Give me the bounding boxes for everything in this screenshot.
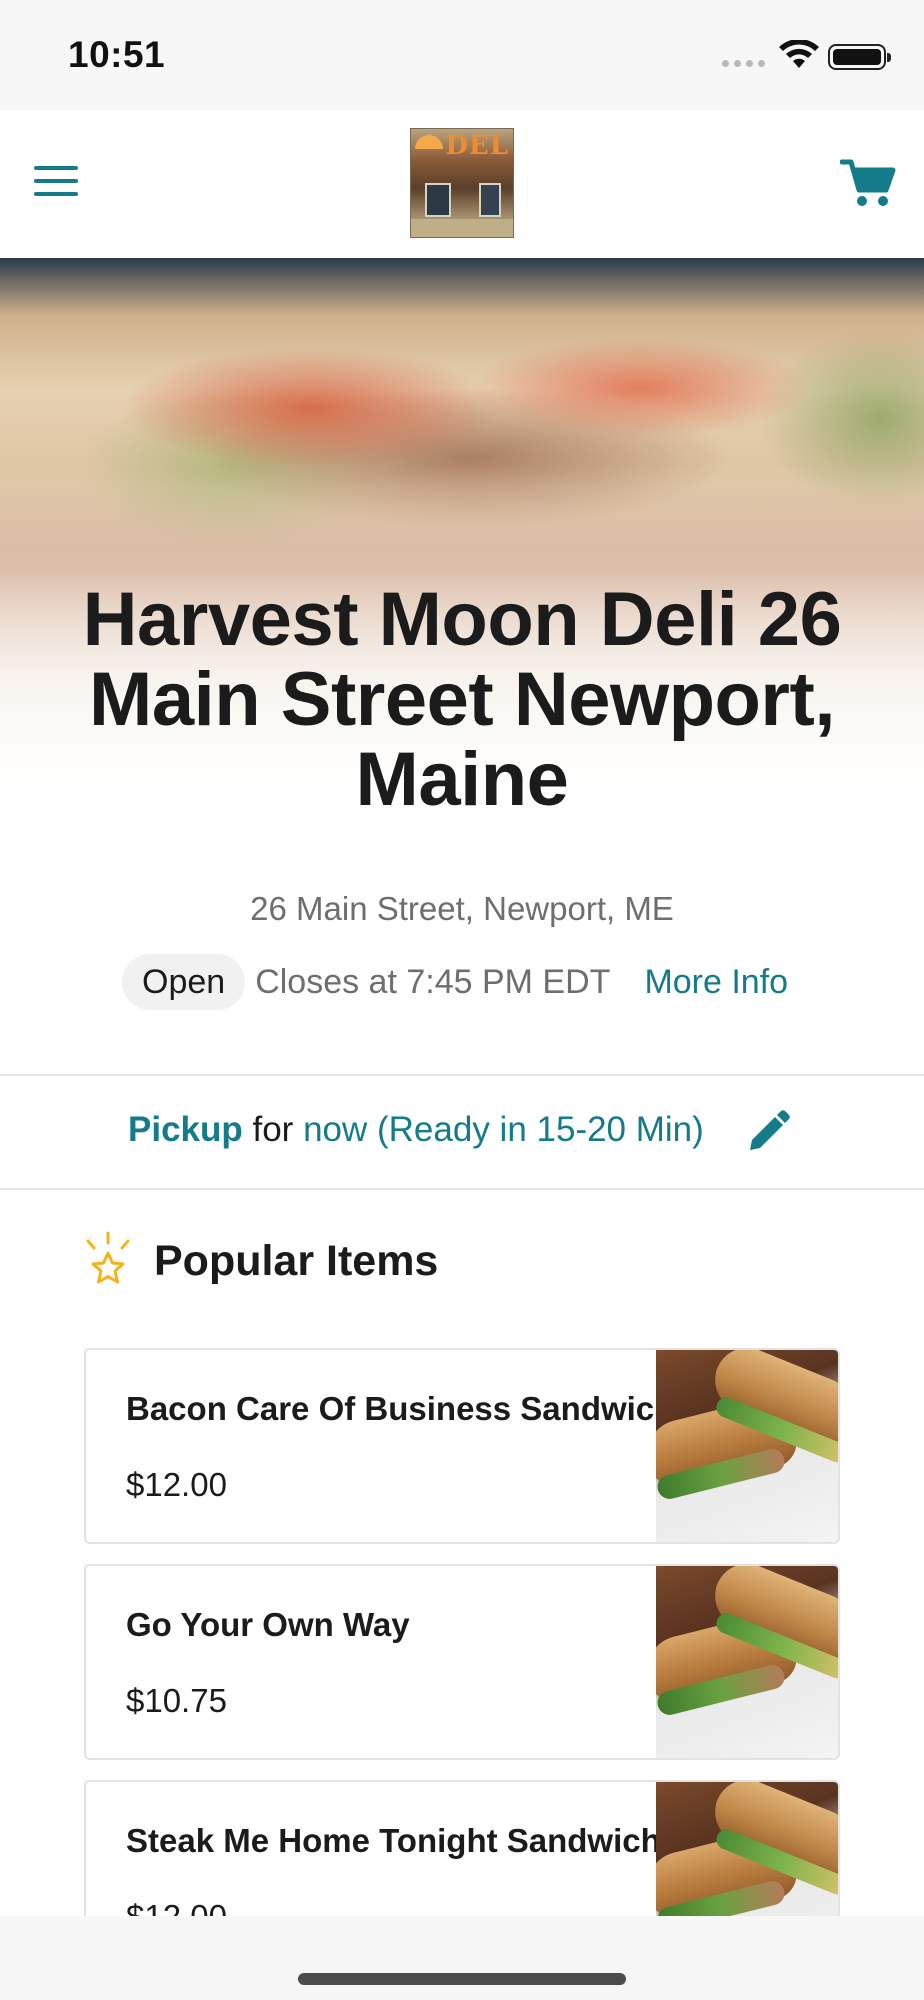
home-indicator[interactable] <box>298 1973 626 1985</box>
menu-item-name: Steak Me Home Tonight Sandwich <box>126 1822 661 1859</box>
open-status-badge: Open <box>122 954 246 1010</box>
home-indicator-area <box>0 1916 924 2000</box>
pickup-time-link[interactable]: now (Ready in 15-20 Min) <box>303 1110 704 1149</box>
store-address: 26 Main Street, Newport, ME <box>250 890 674 927</box>
popular-items-header: Popular Items <box>80 1226 438 1296</box>
closing-time: Closes at 7:45 PM EDT <box>255 962 611 1001</box>
more-info-link[interactable]: More Info <box>644 963 788 1002</box>
menu-item-price: $12.00 <box>126 1466 227 1503</box>
menu-item-image <box>656 1350 838 1542</box>
sparkle-star-icon <box>86 1231 130 1284</box>
store-name: Harvest Moon Deli 26 Main Street Newport… <box>82 577 842 822</box>
menu-item-name: Go Your Own Way <box>126 1606 410 1643</box>
menu-item-card[interactable]: Go Your Own Way $10.75 <box>84 1564 840 1760</box>
logo-text: DEL <box>445 131 509 161</box>
wifi-icon <box>779 40 819 68</box>
store-status-row: Open Closes at 7:45 PM EDT More Info <box>122 954 788 1010</box>
pickup-connector: for <box>242 1110 304 1149</box>
status-time: 10:51 <box>68 34 166 75</box>
menu-item-image <box>656 1566 838 1758</box>
app-header: DEL <box>0 110 924 258</box>
menu-item-price: $10.75 <box>126 1682 227 1719</box>
cellular-signal-icon <box>722 60 765 67</box>
popular-items-title: Popular Items <box>154 1236 439 1285</box>
hamburger-menu-icon[interactable] <box>34 166 78 200</box>
order-mode-bar[interactable]: Pickup for now (Ready in 15-20 Min) <box>0 1074 924 1190</box>
menu-item-name: Bacon Care Of Business Sandwich <box>126 1390 675 1427</box>
pickup-mode-link[interactable]: Pickup <box>128 1110 243 1149</box>
shopping-cart-icon[interactable] <box>840 156 896 208</box>
order-mode-text: Pickup for now (Ready in 15-20 Min) <box>128 1110 704 1150</box>
battery-icon <box>828 44 891 70</box>
pencil-icon[interactable] <box>746 1110 790 1154</box>
store-logo[interactable]: DEL <box>410 128 514 238</box>
status-bar: 10:51 <box>0 0 924 110</box>
store-hero: Harvest Moon Deli 26 Main Street Newport… <box>0 258 924 1078</box>
menu-item-card[interactable]: Bacon Care Of Business Sandwich $12.00 <box>84 1348 840 1544</box>
